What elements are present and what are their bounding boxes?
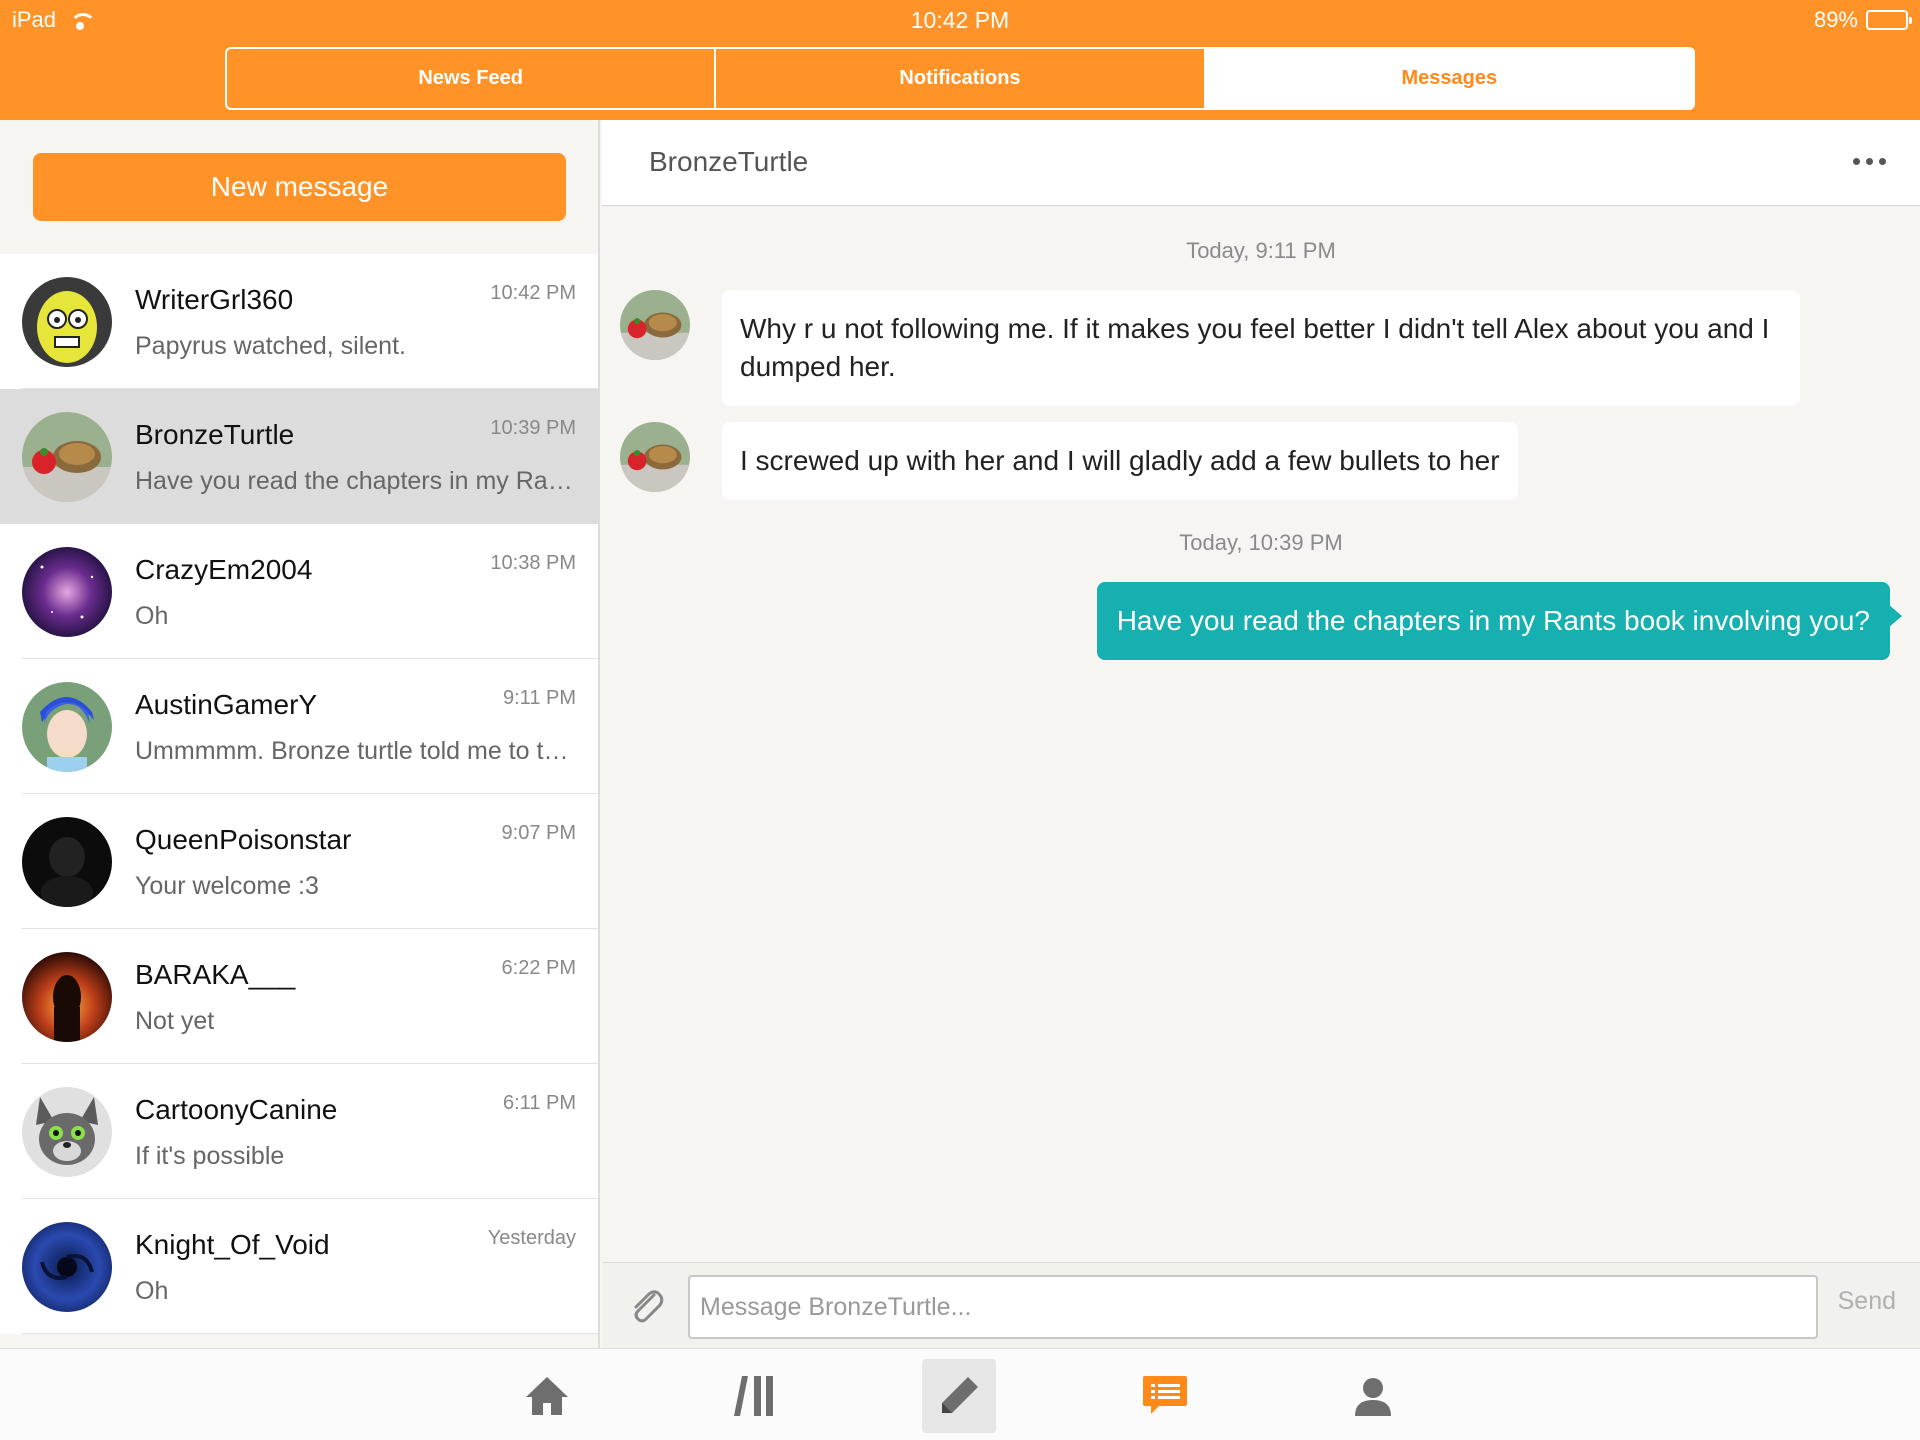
avatar [22, 1222, 112, 1312]
conversation-time: 6:22 PM [501, 957, 576, 979]
divider [22, 1333, 598, 1334]
conversation-list: WriterGrl360 Papyrus watched, silent. 10… [0, 254, 598, 1334]
conversation-time: 6:11 PM [503, 1092, 576, 1114]
conversation-time: Yesterday [487, 1227, 576, 1249]
new-message-button[interactable]: New message [33, 153, 566, 221]
avatar[interactable] [620, 422, 690, 492]
incoming-message: I screwed up with her and I will gladly … [722, 422, 1518, 500]
conversation-time: 9:07 PM [501, 822, 576, 844]
tab-messages-bottom[interactable] [1128, 1359, 1202, 1433]
avatar [22, 817, 112, 907]
conversation-time: 10:42 PM [490, 282, 576, 304]
conversation-item[interactable]: QueenPoisonstar Your welcome :3 9:07 PM [0, 794, 598, 929]
conversation-name: QueenPoisonstar [135, 824, 352, 855]
conversation-item[interactable]: AustinGamerY Ummmmm. Bronze turtle told … [0, 659, 598, 794]
conversation-preview: Oh [135, 1277, 169, 1305]
tab-messages[interactable]: Messages [1203, 49, 1693, 108]
conversation-preview: Papyrus watched, silent. [135, 332, 406, 360]
message-input[interactable] [688, 1275, 1818, 1339]
conversation-preview: Oh [135, 602, 169, 630]
conversation-preview: Your welcome :3 [135, 872, 319, 900]
conversation-item[interactable]: CartoonyCanine If it's possible 6:11 PM [0, 1064, 598, 1199]
conversation-time: 9:11 PM [503, 687, 576, 709]
tab-write[interactable] [922, 1359, 996, 1433]
conversation-name: AustinGamerY [135, 689, 318, 720]
clock: 10:42 PM [910, 7, 1010, 33]
conversation-preview: Have you read the chapters in my Rants b… [135, 467, 575, 495]
conversation-item[interactable]: BARAKA___ Not yet 6:22 PM [0, 929, 598, 1064]
send-button[interactable]: Send [1838, 1287, 1896, 1316]
messages-icon [1143, 1376, 1187, 1414]
avatar [22, 682, 112, 772]
date-separator: Today, 10:39 PM [1179, 530, 1343, 555]
more-options-icon[interactable] [1853, 158, 1886, 165]
status-bar: iPad 10:42 PM 89% [0, 0, 1920, 40]
chat-panel: BronzeTurtle Today, 9:11 PM Why r u not … [602, 120, 1920, 1348]
tab-home[interactable] [510, 1359, 584, 1433]
top-bar: iPad 10:42 PM 89% News Feed Notification… [0, 0, 1920, 120]
conversation-name: CrazyEm2004 [135, 554, 313, 585]
avatar [22, 1087, 112, 1177]
conversation-name: CartoonyCanine [135, 1094, 338, 1125]
conversation-time: 10:38 PM [490, 552, 576, 574]
message-composer: Send [602, 1262, 1920, 1348]
tab-profile[interactable] [1336, 1359, 1410, 1433]
conversation-preview: If it's possible [135, 1142, 285, 1170]
incoming-message: Why r u not following me. If it makes yo… [722, 290, 1800, 406]
outgoing-message: Have you read the chapters in my Rants b… [1096, 582, 1903, 660]
conversation-item[interactable]: WriterGrl360 Papyrus watched, silent. 10… [0, 254, 598, 389]
profile-icon [1355, 1378, 1391, 1416]
conversation-name: WriterGrl360 [135, 284, 294, 315]
conversation-preview: Ummmmm. Bronze turtle told me to tell yo… [135, 737, 575, 765]
avatar [22, 547, 112, 637]
avatar [22, 412, 112, 502]
tab-news-feed[interactable]: News Feed [227, 49, 714, 108]
chat-title: BronzeTurtle [649, 146, 809, 177]
tab-notifications[interactable]: Notifications [714, 49, 1203, 108]
conversation-name: Knight_Of_Void [135, 1229, 330, 1260]
conversation-preview: Not yet [135, 1007, 215, 1035]
conversation-item[interactable]: BronzeTurtle Have you read the chapters … [0, 389, 598, 524]
chat-header: BronzeTurtle [602, 120, 1920, 206]
paperclip-icon[interactable] [626, 1285, 668, 1327]
conversation-item[interactable]: Knight_Of_Void Oh Yesterday [0, 1199, 598, 1334]
library-icon [734, 1376, 773, 1416]
top-segmented-control: News Feed Notifications Messages [225, 47, 1695, 110]
battery-percent: 89% [1813, 7, 1858, 32]
conversation-name: BARAKA___ [135, 959, 296, 990]
conversation-sidebar: New message WriterGrl360 Papyrus watched… [0, 120, 600, 1348]
conversation-time: 10:39 PM [490, 417, 576, 439]
avatar[interactable] [620, 290, 690, 360]
tab-library[interactable] [718, 1359, 792, 1433]
battery-icon [1866, 10, 1912, 30]
date-separator: Today, 9:11 PM [1186, 238, 1336, 263]
pencil-icon [942, 1377, 978, 1413]
avatar [22, 277, 112, 367]
home-icon [526, 1377, 568, 1415]
avatar [22, 952, 112, 1042]
conversation-name: BronzeTurtle [135, 419, 295, 450]
bottom-tab-bar [0, 1348, 1920, 1440]
conversation-item[interactable]: CrazyEm2004 Oh 10:38 PM [0, 524, 598, 659]
